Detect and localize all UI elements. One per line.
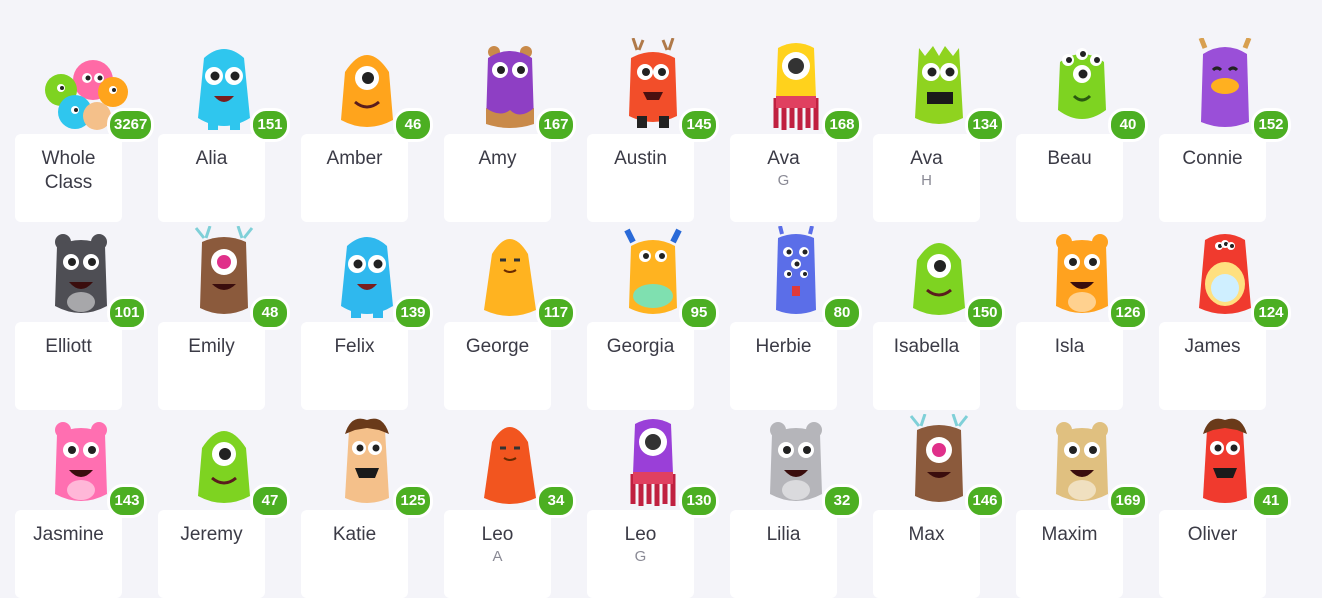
points-badge: 146 bbox=[965, 484, 1005, 518]
student-tile[interactable]: 41 Oliver bbox=[1159, 414, 1299, 598]
points-badge: 134 bbox=[965, 108, 1005, 142]
points-badge: 125 bbox=[393, 484, 433, 518]
points-badge: 80 bbox=[822, 296, 862, 330]
student-name: Herbie bbox=[755, 336, 812, 357]
student-tile[interactable]: 101 Elliott bbox=[15, 226, 155, 410]
student-name: Ava bbox=[910, 148, 943, 169]
student-name: Georgia bbox=[606, 336, 675, 357]
student-initial: G bbox=[777, 172, 790, 189]
student-name: Isla bbox=[1054, 336, 1085, 357]
points-badge: 143 bbox=[107, 484, 147, 518]
student-initial: A bbox=[492, 548, 503, 565]
student-name: James bbox=[1184, 336, 1241, 357]
points-badge: 126 bbox=[1108, 296, 1148, 330]
points-badge: 47 bbox=[250, 484, 290, 518]
points-badge: 150 bbox=[965, 296, 1005, 330]
student-initial: G bbox=[634, 548, 647, 565]
student-tile[interactable]: 134 Ava H bbox=[873, 38, 1013, 222]
points-badge: 3267 bbox=[107, 108, 155, 142]
points-badge: 32 bbox=[822, 484, 862, 518]
student-grid: 3267 Whole Class 151 Alia 46 Amber 167 Amy 14… bbox=[0, 0, 1322, 598]
points-badge: 34 bbox=[536, 484, 576, 518]
student-name: Oliver bbox=[1187, 524, 1238, 545]
student-tile[interactable]: 40 Beau bbox=[1016, 38, 1156, 222]
student-tile[interactable]: 169 Maxim bbox=[1016, 414, 1156, 598]
student-tile[interactable]: 143 Jasmine bbox=[15, 414, 155, 598]
student-tile[interactable]: 124 James bbox=[1159, 226, 1299, 410]
student-tile[interactable]: 152 Connie bbox=[1159, 37, 1299, 222]
student-tile[interactable]: 32 Lilia bbox=[730, 414, 870, 598]
points-badge: 151 bbox=[250, 108, 290, 142]
student-name: Connie bbox=[1182, 148, 1243, 169]
student-tile[interactable]: 151 Alia bbox=[158, 38, 298, 222]
student-tile[interactable]: 48 Emily bbox=[158, 225, 298, 410]
points-badge: 40 bbox=[1108, 108, 1148, 142]
student-name: Maxim bbox=[1041, 524, 1098, 545]
points-badge: 95 bbox=[679, 296, 719, 330]
points-badge: 124 bbox=[1251, 296, 1291, 330]
student-name: Whole bbox=[41, 148, 96, 169]
student-tile[interactable]: 125 Katie bbox=[301, 414, 441, 598]
student-tile[interactable]: 146 Max bbox=[873, 413, 1013, 598]
points-badge: 130 bbox=[679, 484, 719, 518]
student-name: George bbox=[465, 336, 530, 357]
points-badge: 101 bbox=[107, 296, 147, 330]
student-name: Leo bbox=[481, 524, 514, 545]
student-name: Ava bbox=[767, 148, 800, 169]
student-name: Leo bbox=[624, 524, 657, 545]
student-name: Amy bbox=[478, 148, 517, 169]
student-name: Emily bbox=[188, 336, 235, 357]
student-tile[interactable]: 145 Austin bbox=[587, 37, 727, 222]
student-tile[interactable]: 126 Isla bbox=[1016, 226, 1156, 410]
student-tile[interactable]: 47 Jeremy bbox=[158, 414, 298, 598]
student-tile[interactable]: 34 Leo A bbox=[444, 414, 584, 598]
student-name: Katie bbox=[332, 524, 377, 545]
student-tile[interactable]: 139 Felix bbox=[301, 226, 441, 410]
student-name: Elliott bbox=[45, 336, 92, 357]
student-initial: H bbox=[921, 172, 932, 189]
points-badge: 169 bbox=[1108, 484, 1148, 518]
points-badge: 117 bbox=[536, 296, 576, 330]
student-tile[interactable]: 95 Georgia bbox=[587, 226, 727, 410]
student-tile[interactable]: 130 Leo G bbox=[587, 414, 727, 598]
student-tile[interactable]: 3267 Whole Class bbox=[15, 38, 155, 222]
student-name-line2: Class bbox=[44, 172, 93, 193]
points-badge: 41 bbox=[1251, 484, 1291, 518]
points-badge: 48 bbox=[250, 296, 290, 330]
student-name: Beau bbox=[1047, 148, 1092, 169]
student-name: Max bbox=[908, 524, 945, 545]
student-name: Alia bbox=[195, 148, 228, 169]
points-badge: 139 bbox=[393, 296, 433, 330]
student-name: Amber bbox=[326, 148, 383, 169]
student-tile[interactable]: 80 Herbie bbox=[730, 225, 870, 410]
student-name: Felix bbox=[334, 336, 375, 357]
student-tile[interactable]: 150 Isabella bbox=[873, 226, 1013, 410]
student-name: Jasmine bbox=[33, 524, 104, 545]
student-tile[interactable]: 167 Amy bbox=[444, 38, 584, 222]
student-tile[interactable]: 168 Ava G bbox=[730, 38, 870, 222]
points-badge: 46 bbox=[393, 108, 433, 142]
points-badge: 167 bbox=[536, 108, 576, 142]
student-name: Isabella bbox=[893, 336, 960, 357]
student-tile[interactable]: 117 George bbox=[444, 226, 584, 410]
student-name: Austin bbox=[614, 148, 667, 169]
student-name: Lilia bbox=[766, 524, 801, 545]
points-badge: 152 bbox=[1251, 108, 1291, 142]
points-badge: 145 bbox=[679, 108, 719, 142]
points-badge: 168 bbox=[822, 108, 862, 142]
student-tile[interactable]: 46 Amber bbox=[301, 38, 441, 222]
student-name: Jeremy bbox=[180, 524, 243, 545]
